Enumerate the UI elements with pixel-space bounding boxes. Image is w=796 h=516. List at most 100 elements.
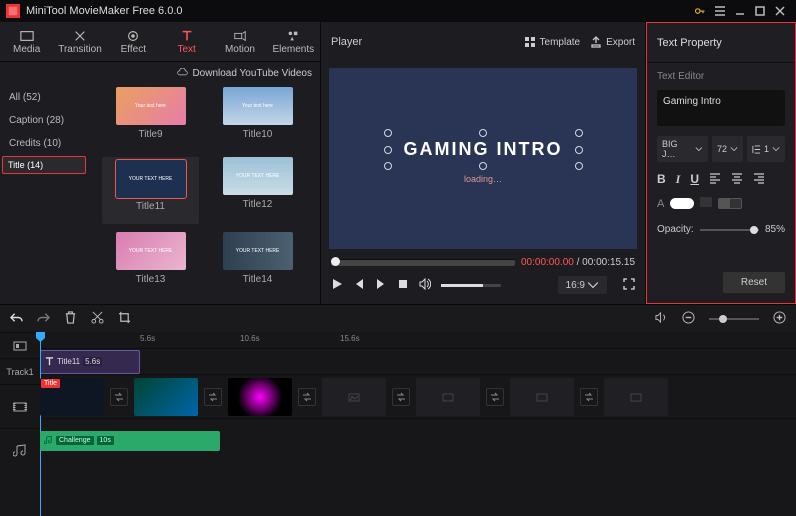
player-panel: Player Template Export GAMING INTRO load… [320, 22, 646, 304]
thumb-title14[interactable]: YOUR TEXT HERETitle14 [209, 232, 306, 294]
resize-handle[interactable] [575, 129, 583, 137]
tab-elements[interactable]: Elements [267, 22, 320, 62]
fullscreen-button[interactable] [623, 278, 635, 293]
thumb-title11[interactable]: YOUR TEXT HERETitle11 [102, 157, 199, 224]
redo-button[interactable] [37, 311, 50, 327]
zoom-handle[interactable] [719, 315, 727, 323]
resize-handle[interactable] [384, 129, 392, 137]
key-icon[interactable] [690, 1, 710, 21]
cut-button[interactable] [91, 311, 104, 327]
tab-effect[interactable]: Effect [107, 22, 160, 62]
category-all[interactable]: All (52) [2, 87, 86, 108]
resize-handle[interactable] [384, 146, 392, 154]
text-editor-label: Text Editor [647, 63, 795, 86]
stop-button[interactable] [397, 278, 409, 293]
resize-handle[interactable] [384, 162, 392, 170]
maximize-button[interactable] [750, 1, 770, 21]
resize-handle[interactable] [479, 162, 487, 170]
text-clip[interactable]: Title115.6s [40, 350, 140, 374]
zoom-in-button[interactable] [773, 311, 786, 327]
time-ruler[interactable]: 5.6s 10.6s 15.6s [40, 332, 796, 348]
template-button[interactable]: Template [524, 36, 581, 48]
opacity-handle[interactable] [750, 226, 758, 234]
reset-button[interactable]: Reset [723, 272, 785, 293]
audio-track[interactable]: Challenge 10s [40, 418, 796, 462]
speaker-icon[interactable] [655, 311, 668, 327]
category-credits[interactable]: Credits (10) [2, 133, 86, 154]
tab-motion[interactable]: Motion [213, 22, 266, 62]
tab-media[interactable]: Media [0, 22, 53, 62]
panel-title: Text Property [647, 23, 795, 63]
transition-slot[interactable] [486, 388, 504, 406]
align-left-button[interactable] [709, 172, 721, 187]
align-right-button[interactable] [753, 172, 765, 187]
text-color-swatch[interactable] [670, 198, 694, 209]
empty-slot[interactable] [322, 378, 386, 416]
thumb-title12[interactable]: YOUR TEXT HERETitle12 [209, 157, 306, 224]
resize-handle[interactable] [575, 146, 583, 154]
timeline: Track1 5.6s 10.6s 15.6s Title115.6s Titl… [0, 332, 796, 516]
text-overlay[interactable]: GAMING INTRO [388, 133, 579, 166]
transition-slot[interactable] [110, 388, 128, 406]
empty-slot[interactable] [510, 378, 574, 416]
aspect-select[interactable]: 16:9 [558, 276, 607, 294]
zoom-slider[interactable] [709, 318, 759, 320]
linespace-select[interactable]: 1 [747, 136, 785, 162]
delete-button[interactable] [64, 311, 77, 327]
text-track[interactable]: Title115.6s [40, 348, 796, 374]
minimize-button[interactable] [730, 1, 750, 21]
transition-slot[interactable] [392, 388, 410, 406]
align-center-button[interactable] [731, 172, 743, 187]
play-button[interactable] [331, 278, 343, 293]
transition-slot[interactable] [580, 388, 598, 406]
transition-slot[interactable] [298, 388, 316, 406]
volume-icon[interactable] [419, 278, 431, 293]
bold-button[interactable]: B [657, 172, 666, 187]
italic-button[interactable]: I [676, 172, 681, 187]
font-select[interactable]: BIG J… [657, 136, 708, 162]
thumb-title10[interactable]: Your text hereTitle10 [209, 87, 306, 149]
video-track[interactable]: Title [40, 374, 796, 418]
preview-viewport[interactable]: GAMING INTRO loading… [329, 68, 637, 249]
scrub-bar[interactable] [331, 259, 515, 266]
prev-button[interactable] [353, 278, 365, 293]
undo-button[interactable] [10, 311, 23, 327]
category-title[interactable]: Title (14) [2, 156, 86, 174]
video-clip[interactable] [228, 378, 292, 416]
thumb-title13[interactable]: YOUR TEXT HERETitle13 [102, 232, 199, 294]
scrub-handle[interactable] [331, 257, 340, 266]
size-select[interactable]: 72 [712, 136, 743, 162]
close-button[interactable] [770, 1, 790, 21]
crop-button[interactable] [118, 311, 131, 327]
playhead[interactable] [40, 332, 41, 516]
next-button[interactable] [375, 278, 387, 293]
timeline-toolbar [0, 304, 796, 332]
bg-color-swatch[interactable] [718, 198, 742, 209]
download-youtube-link[interactable]: Download YouTube Videos [192, 68, 312, 79]
transition-slot[interactable] [204, 388, 222, 406]
empty-slot[interactable] [604, 378, 668, 416]
text-editor-input[interactable]: Gaming Intro [657, 90, 785, 126]
underline-button[interactable]: U [690, 172, 699, 187]
volume-slider[interactable] [441, 284, 501, 287]
tab-transition[interactable]: Transition [53, 22, 106, 62]
menu-icon[interactable] [710, 1, 730, 21]
tab-text[interactable]: Text [160, 22, 213, 62]
asset-tabs: Media Transition Effect Text Motion Elem… [0, 22, 320, 62]
export-button[interactable]: Export [590, 36, 635, 48]
video-clip[interactable] [134, 378, 198, 416]
category-caption[interactable]: Caption (28) [2, 110, 86, 131]
loading-label: loading… [464, 174, 502, 184]
resize-handle[interactable] [575, 162, 583, 170]
opacity-value: 85% [765, 224, 785, 235]
opacity-slider[interactable] [700, 229, 759, 231]
app-logo-icon [6, 4, 20, 18]
empty-slot[interactable] [416, 378, 480, 416]
video-clip[interactable]: Title [40, 378, 104, 416]
title-bar: MiniTool MovieMaker Free 6.0.0 [0, 0, 796, 22]
zoom-out-button[interactable] [682, 311, 695, 327]
thumb-title9[interactable]: Your text hereTitle9 [102, 87, 199, 149]
resize-handle[interactable] [479, 129, 487, 137]
text-color-icon: A [657, 198, 664, 210]
audio-clip[interactable]: Challenge 10s [40, 431, 220, 451]
